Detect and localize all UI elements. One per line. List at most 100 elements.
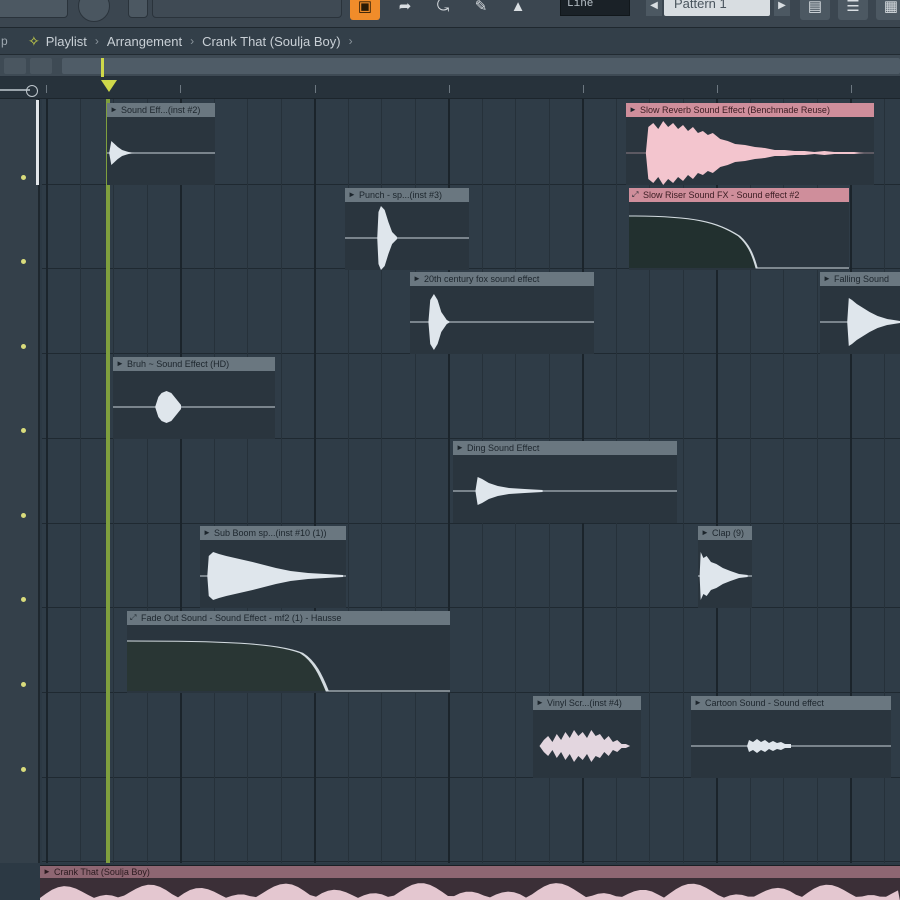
timeline-ruler[interactable] bbox=[0, 77, 900, 99]
clip-menu-icon[interactable]: ► bbox=[110, 103, 118, 117]
clip-header[interactable]: ► Clap (9) bbox=[698, 526, 752, 540]
pencil-icon[interactable]: ✎ bbox=[466, 0, 496, 20]
clip-header[interactable]: ► Sub Boom sp...(inst #10 (1)) bbox=[200, 526, 346, 540]
clip-menu-icon[interactable]: ► bbox=[348, 188, 356, 202]
track-indicator-icon[interactable] bbox=[21, 513, 26, 518]
audio-clip[interactable]: ► Vinyl Scr...(inst #4) bbox=[533, 696, 641, 778]
breadcrumb-separator-icon: › bbox=[348, 34, 353, 48]
clip-header[interactable]: ► Slow Reverb Sound Effect (Benchmade Reu… bbox=[626, 103, 874, 117]
audio-clip[interactable]: ► 20th century fox sound effect bbox=[410, 272, 594, 354]
bar-tick bbox=[315, 85, 316, 93]
clip-name: Falling Sound bbox=[834, 274, 890, 284]
loop-start-marker[interactable] bbox=[106, 99, 110, 863]
clip-menu-icon[interactable]: ► bbox=[43, 866, 51, 878]
clip-header[interactable]: ⤢ Fade Out Sound - Sound Effect - mf2 (1)… bbox=[127, 611, 450, 625]
track-indicator-icon[interactable] bbox=[21, 428, 26, 433]
track-indicator-icon[interactable] bbox=[21, 344, 26, 349]
bar-tick bbox=[180, 85, 181, 93]
track-header-column bbox=[0, 99, 40, 863]
pattern-add-button[interactable]: ▶ bbox=[774, 0, 790, 16]
clip-header[interactable]: ► 20th century fox sound effect bbox=[410, 272, 594, 286]
piano-roll-icon[interactable]: ▤ bbox=[800, 0, 830, 20]
automation-clip[interactable]: ⤢ Fade Out Sound - Sound Effect - mf2 (1)… bbox=[127, 611, 450, 693]
metronome-icon[interactable]: ⤿ bbox=[428, 0, 458, 20]
pattern-selector[interactable]: Pattern 1 bbox=[664, 0, 770, 16]
grid-beat-line bbox=[247, 99, 248, 863]
clip-header[interactable]: ► Punch - sp...(inst #3) bbox=[345, 188, 469, 202]
clip-menu-icon[interactable]: ► bbox=[536, 696, 544, 710]
playhead-icon[interactable] bbox=[101, 80, 117, 92]
breadcrumb-playlist[interactable]: Playlist bbox=[46, 34, 87, 49]
clip-header[interactable]: ► Falling Sound bbox=[820, 272, 900, 286]
clip-menu-icon[interactable]: ► bbox=[701, 526, 709, 540]
titlebar-left-fragment: p bbox=[1, 34, 8, 48]
audio-clip[interactable]: ► Bruh ~ Sound Effect (HD) bbox=[113, 357, 275, 439]
channel-rack-icon[interactable]: ▦ bbox=[876, 0, 900, 20]
scroll-left-button[interactable] bbox=[4, 58, 26, 74]
playlist-icon: ✧ bbox=[28, 32, 40, 49]
clip-header[interactable]: ► Bruh ~ Sound Effect (HD) bbox=[113, 357, 275, 371]
automation-curve bbox=[127, 625, 450, 693]
mixer-icon[interactable]: ☰ bbox=[838, 0, 868, 20]
track-indicator-icon[interactable] bbox=[21, 767, 26, 772]
clip-header[interactable]: ► Cartoon Sound - Sound effect bbox=[691, 696, 891, 710]
clip-header[interactable]: ► Ding Sound Effect bbox=[453, 441, 677, 455]
clip-menu-icon[interactable]: ► bbox=[413, 272, 421, 286]
clip-header[interactable]: ► Crank That (Soulja Boy) bbox=[40, 866, 900, 878]
grid-beat-line bbox=[147, 99, 148, 863]
clip-menu-icon[interactable]: ► bbox=[203, 526, 211, 540]
breadcrumb-song[interactable]: Crank That (Soulja Boy) bbox=[202, 34, 341, 49]
horizontal-scrollbar[interactable] bbox=[0, 55, 900, 77]
clip-menu-icon[interactable]: ► bbox=[823, 272, 831, 286]
snap-display[interactable]: Line bbox=[560, 0, 630, 16]
breadcrumb-arrangement[interactable]: Arrangement bbox=[107, 34, 182, 49]
clip-menu-icon[interactable]: ► bbox=[694, 696, 702, 710]
audio-clip[interactable]: ► Sub Boom sp...(inst #10 (1)) bbox=[200, 526, 346, 608]
toolbar-small-button[interactable] bbox=[128, 0, 148, 18]
plugin-icon[interactable]: ▲ bbox=[503, 0, 533, 20]
undo-icon[interactable]: ➦ bbox=[390, 0, 420, 20]
audio-clip[interactable]: ► Punch - sp...(inst #3) bbox=[345, 188, 469, 270]
automation-icon[interactable]: ⤢ bbox=[130, 611, 136, 625]
audio-clip[interactable]: ► Cartoon Sound - Sound effect bbox=[691, 696, 891, 778]
track-indicator-icon[interactable] bbox=[21, 175, 26, 180]
scroll-right-button[interactable] bbox=[30, 58, 52, 74]
clip-name: Bruh ~ Sound Effect (HD) bbox=[127, 359, 230, 369]
scrollbar-thumb[interactable] bbox=[62, 58, 900, 74]
zoom-slider-icon[interactable] bbox=[0, 84, 40, 97]
grid-beat-line bbox=[214, 99, 215, 863]
audio-clip[interactable]: ► Sound Eff...(inst #2) bbox=[107, 103, 215, 185]
audio-clip[interactable]: ► Clap (9) bbox=[698, 526, 752, 608]
clip-name: Fade Out Sound - Sound Effect - mf2 (1) … bbox=[141, 613, 342, 623]
track-indicator-icon[interactable] bbox=[21, 259, 26, 264]
clip-header[interactable]: ► Vinyl Scr...(inst #4) bbox=[533, 696, 641, 710]
grid-beat-line bbox=[180, 99, 182, 863]
song-audio-clip[interactable]: ► Crank That (Soulja Boy) bbox=[40, 865, 900, 900]
fl-studio-window: ▣ ➦ ⤿ ✎ ▲ Line ◀ Pattern 1 ▶ ▤ ☰ ▦ p ✧ P… bbox=[0, 0, 900, 900]
clip-menu-icon[interactable]: ► bbox=[116, 357, 124, 371]
pattern-prev-button[interactable]: ◀ bbox=[646, 0, 662, 16]
waveform bbox=[691, 710, 891, 778]
clip-menu-icon[interactable]: ► bbox=[456, 441, 464, 455]
grid-row-divider bbox=[42, 607, 900, 608]
master-volume-box[interactable] bbox=[0, 0, 68, 18]
audio-clip-selected[interactable]: ► Slow Reverb Sound Effect (Benchmade Reu… bbox=[626, 103, 874, 185]
record-icon[interactable]: ▣ bbox=[350, 0, 380, 20]
grid-beat-line bbox=[281, 99, 282, 863]
automation-icon[interactable]: ⤢ bbox=[632, 188, 638, 202]
waveform bbox=[453, 455, 677, 523]
audio-clip[interactable]: ► Falling Sound bbox=[820, 272, 900, 354]
master-pitch-knob[interactable] bbox=[78, 0, 110, 22]
playhead-marker[interactable] bbox=[101, 58, 104, 78]
audio-clip[interactable]: ► Ding Sound Effect bbox=[453, 441, 677, 523]
clip-header[interactable]: ⤢ Slow Riser Sound FX - Sound effect #2 bbox=[629, 188, 849, 202]
grid-beat-line bbox=[314, 99, 316, 863]
automation-clip-selected[interactable]: ⤢ Slow Riser Sound FX - Sound effect #2 bbox=[629, 188, 849, 270]
automation-curve bbox=[629, 202, 849, 270]
grid-row-divider bbox=[42, 523, 900, 524]
clip-name: Slow Reverb Sound Effect (Benchmade Reus… bbox=[640, 105, 830, 115]
clip-menu-icon[interactable]: ► bbox=[629, 103, 637, 117]
clip-header[interactable]: ► Sound Eff...(inst #2) bbox=[107, 103, 215, 117]
track-indicator-icon[interactable] bbox=[21, 597, 26, 602]
track-indicator-icon[interactable] bbox=[21, 682, 26, 687]
